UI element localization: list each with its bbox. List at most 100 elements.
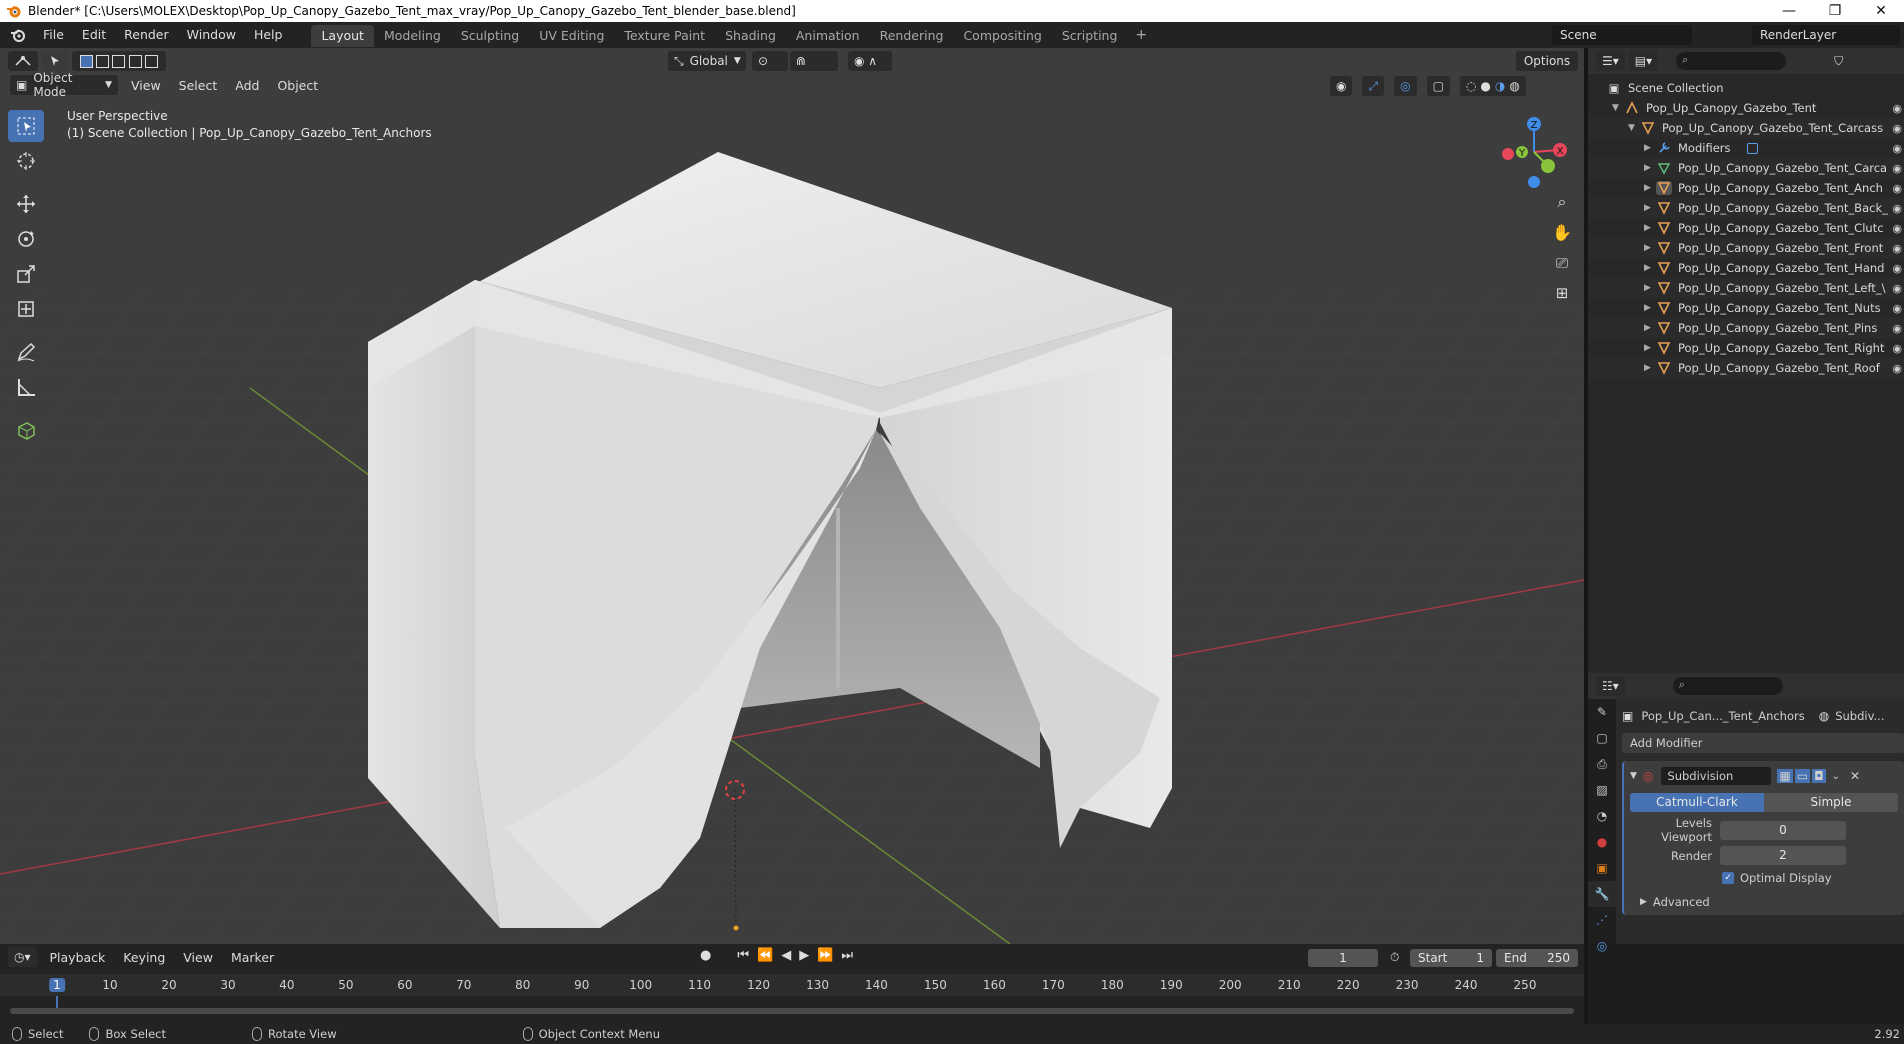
timeline-menu-keying[interactable]: Keying — [114, 950, 174, 965]
visibility-eye-icon[interactable]: ◉ — [1892, 202, 1902, 215]
visibility-eye-icon[interactable]: ◉ — [1892, 262, 1902, 275]
menu-window[interactable]: Window — [178, 22, 245, 48]
outliner-item[interactable]: ▶ Pop_Up_Canopy_Gazebo_Tent_Right ◉ — [1588, 338, 1904, 358]
viewport-menu-object[interactable]: Object — [268, 78, 327, 93]
outliner-item[interactable]: ▶ Pop_Up_Canopy_Gazebo_Tent_Back_ ◉ — [1588, 198, 1904, 218]
properties-editor-type[interactable]: ☷▾ — [1596, 676, 1625, 696]
outliner-item[interactable]: ▶ Pop_Up_Canopy_Gazebo_Tent_Pins ◉ — [1588, 318, 1904, 338]
camera-view-button[interactable]: ⎚ — [1548, 249, 1576, 277]
tool-annotate[interactable] — [8, 336, 44, 368]
tab-compositing[interactable]: Compositing — [953, 25, 1051, 47]
tab-scene[interactable]: ◔ — [1588, 803, 1616, 829]
tab-rendering[interactable]: Rendering — [870, 25, 954, 47]
tab-layout[interactable]: Layout — [311, 25, 374, 47]
zoom-view-button[interactable]: ⌕ — [1548, 188, 1576, 216]
overlay-toggle-icon[interactable]: ◎ — [1394, 76, 1417, 96]
collapsed-arrow-icon[interactable]: ▶ — [1644, 143, 1656, 153]
visibility-eye-icon[interactable]: ◉ — [1892, 342, 1902, 355]
timeline-menu-view[interactable]: View — [174, 950, 222, 965]
visibility-eye-icon[interactable]: ◉ — [1892, 282, 1902, 295]
tab-sculpting[interactable]: Sculpting — [451, 25, 529, 47]
tab-view-layer[interactable]: ▨ — [1588, 777, 1616, 803]
tab-modifiers[interactable]: 🔧 — [1588, 881, 1616, 907]
rendered-shading-icon[interactable]: ◍ — [1509, 79, 1519, 93]
timeline-menu-playback[interactable]: Playback — [41, 950, 115, 965]
tool-rotate[interactable] — [8, 223, 44, 255]
timeline-ruler[interactable]: 1 10 20 30 40 50 60 70 80 90 100 110 120 130 140 150 160… — [0, 974, 1584, 1008]
render-levels-field[interactable]: 2 — [1720, 846, 1846, 865]
collapsed-arrow-icon[interactable]: ▶ — [1644, 283, 1656, 293]
collapsed-arrow-icon[interactable]: ▶ — [1644, 363, 1656, 373]
modifier-name-field[interactable]: Subdivision — [1661, 767, 1772, 785]
tool-add-cube[interactable] — [8, 414, 44, 446]
wireframe-shading-icon[interactable]: ◌ — [1466, 79, 1476, 93]
jump-end-icon[interactable]: ⏭ — [841, 948, 853, 963]
tab-uv-editing[interactable]: UV Editing — [529, 25, 614, 47]
outliner-editor-type[interactable]: ☰▾ — [1596, 51, 1625, 71]
visibility-eye-icon[interactable]: ◉ — [1892, 182, 1902, 195]
xray-toggle-icon[interactable]: ▢ — [1426, 76, 1450, 96]
tool-cursor[interactable] — [8, 145, 44, 177]
dropdown-chevron-icon[interactable]: ⌄ — [1832, 771, 1840, 782]
editor-type-button[interactable] — [8, 51, 38, 71]
collapsed-arrow-icon[interactable]: ▶ — [1644, 223, 1656, 233]
prev-keyframe-icon[interactable]: ⏪ — [757, 948, 773, 963]
tool-transform[interactable] — [8, 293, 44, 325]
navigation-gizmo[interactable]: Z X Y — [1494, 110, 1574, 190]
add-workspace-button[interactable]: + — [1127, 27, 1155, 43]
tab-world[interactable]: ● — [1588, 829, 1616, 855]
jump-start-icon[interactable]: ⏮ — [737, 948, 749, 963]
record-icon[interactable]: ● — [700, 948, 711, 963]
catmull-clark-button[interactable]: Catmull-Clark — [1630, 793, 1764, 812]
tab-scripting[interactable]: Scripting — [1052, 25, 1128, 47]
snap-toggle[interactable]: ⋒ — [790, 51, 838, 71]
timeline-editor-type[interactable]: ◷▾ — [8, 947, 37, 967]
select-invert-icon[interactable] — [128, 54, 142, 68]
collapsed-arrow-icon[interactable]: ▶ — [1644, 163, 1656, 173]
menu-file[interactable]: File — [34, 22, 73, 48]
select-subtract-icon[interactable] — [112, 54, 126, 68]
3d-viewport[interactable]: ⤡ Global ▼ ⊙ ⋒ ◉ ∧ Options ▣ Object Mode… — [0, 48, 1584, 944]
tab-animation[interactable]: Animation — [786, 25, 870, 47]
outliner-item[interactable]: ▶ Pop_Up_Canopy_Gazebo_Tent_Nuts ◉ — [1588, 298, 1904, 318]
optimal-display-checkbox[interactable]: ✓ — [1722, 872, 1734, 884]
modifier-crumb[interactable]: Subdiv... — [1835, 709, 1884, 723]
simple-button[interactable]: Simple — [1764, 793, 1898, 812]
tab-render[interactable]: ▢ — [1588, 725, 1616, 751]
next-keyframe-icon[interactable]: ⏩ — [817, 948, 833, 963]
tool-measure[interactable] — [8, 371, 44, 403]
select-new-icon[interactable] — [79, 54, 93, 68]
advanced-subpanel[interactable]: Advanced — [1653, 895, 1710, 909]
menu-help[interactable]: Help — [245, 22, 292, 48]
transform-orientation-dropdown[interactable]: ⤡ Global ▼ — [668, 51, 746, 71]
current-frame-field[interactable]: 1 — [1308, 949, 1378, 967]
render-layer-selector[interactable]: RenderLayer — [1752, 25, 1900, 45]
select-intersect-icon[interactable] — [145, 54, 159, 68]
visibility-eye-icon[interactable]: ◉ — [1892, 302, 1902, 315]
visibility-eye-icon[interactable]: ◉ — [1892, 142, 1902, 155]
play-reverse-icon[interactable]: ◀ — [781, 948, 791, 963]
add-modifier-dropdown[interactable]: Add Modifier — [1622, 733, 1904, 753]
outliner-item[interactable]: ▼ Pop_Up_Canopy_Gazebo_Tent ◉ — [1588, 98, 1904, 118]
visibility-icon[interactable]: ◉ — [1330, 76, 1353, 96]
playhead[interactable] — [56, 996, 58, 1008]
outliner-item[interactable]: ▼ Pop_Up_Canopy_Gazebo_Tent_Carcass ◉ — [1588, 118, 1904, 138]
tab-modeling[interactable]: Modeling — [374, 25, 451, 47]
collapsed-arrow-icon[interactable]: ▶ — [1644, 323, 1656, 333]
visibility-eye-icon[interactable]: ◉ — [1892, 362, 1902, 375]
start-frame-field[interactable]: Start 1 — [1410, 949, 1492, 967]
tab-particles[interactable]: ⋰ — [1588, 907, 1616, 933]
tab-texture-paint[interactable]: Texture Paint — [614, 25, 715, 47]
selection-mode-group[interactable] — [72, 51, 166, 71]
options-dropdown[interactable]: Options — [1516, 51, 1578, 71]
close-window-button[interactable]: ✕ — [1858, 0, 1904, 22]
outliner-item[interactable]: ▶ Pop_Up_Canopy_Gazebo_Tent_Anch ◉ — [1588, 178, 1904, 198]
expanded-arrow-icon[interactable]: ▼ — [1628, 123, 1640, 133]
outliner-item[interactable]: ▶ Pop_Up_Canopy_Gazebo_Tent_Front ◉ — [1588, 238, 1904, 258]
proportional-edit-toggle[interactable]: ◉ ∧ — [848, 51, 892, 71]
tab-object[interactable]: ▣ — [1588, 855, 1616, 881]
object-name[interactable]: Pop_Up_Can..._Tent_Anchors — [1641, 709, 1804, 723]
outliner-item[interactable]: ▶ Pop_Up_Canopy_Gazebo_Tent_Left_\ ◉ — [1588, 278, 1904, 298]
viewport-menu-view[interactable]: View — [122, 78, 170, 93]
tab-tool[interactable]: ✎ — [1588, 699, 1616, 725]
